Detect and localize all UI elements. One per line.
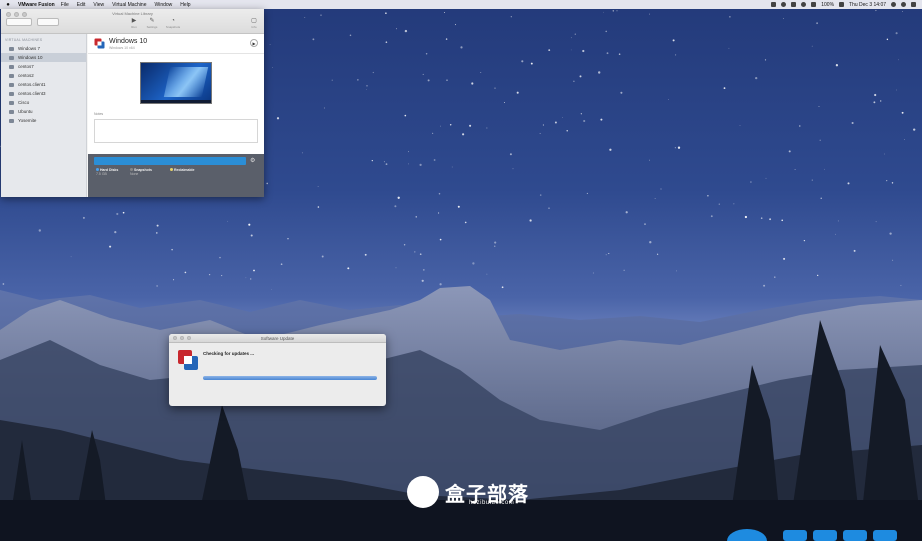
watermark-url: hezibuluo.com [469, 500, 515, 506]
menu-file[interactable]: File [61, 2, 69, 8]
play-icon: ▶ [131, 18, 137, 24]
sidebar-item-yosemite[interactable]: Yosemite [1, 116, 86, 125]
vm-icon [9, 82, 14, 87]
start-vm-button[interactable]: ▶ [250, 39, 258, 47]
run-button[interactable]: ▶ Run [126, 18, 142, 29]
spotlight-icon[interactable] [901, 2, 906, 7]
user-icon[interactable] [891, 2, 896, 7]
taskbar [141, 100, 211, 103]
corner-watermark-logo [727, 529, 897, 541]
snapshots-button[interactable]: ◔ Snapshots [165, 18, 181, 29]
sidebar-item-centos2[interactable]: centos2 [1, 71, 86, 80]
vm-library-window: Virtual Machine Library ▶ Run ✎ Settings… [1, 9, 264, 197]
battery-percent[interactable]: 100% [821, 2, 834, 8]
apple-menu-icon[interactable]: ● [4, 2, 12, 8]
vm-detail-header: Windows 10 Windows 10 x64 ▶ [88, 34, 264, 54]
vm-status: Windows 10 x64 [109, 46, 135, 50]
dialog-title: Software Update [260, 336, 295, 341]
list-view-segment[interactable] [37, 18, 59, 26]
vm-icon [9, 64, 14, 69]
software-update-dialog: Software Update Checking for updates ... [169, 334, 386, 406]
sidebar-item-centos7[interactable]: centos7 [1, 62, 86, 71]
volume-icon[interactable] [811, 2, 817, 7]
vm-icon [9, 73, 14, 78]
vm-icon [9, 109, 14, 114]
sidebar-item-windows-7[interactable]: Windows 7 [1, 44, 86, 53]
reclaimable-legend-dot [170, 168, 173, 171]
vm-sidebar: VIRTUAL MACHINES Windows 7 Windows 10 ce… [1, 34, 87, 197]
notes-field[interactable] [94, 119, 258, 143]
notes-label: Notes [94, 112, 104, 116]
stat-snapshots: Snapshots None [130, 168, 152, 176]
view-mode-segment[interactable] [6, 18, 32, 26]
settings-button[interactable]: ✎ Settings [144, 18, 160, 29]
vm-detail-pane: Windows 10 Windows 10 x64 ▶ Notes ⚙ Hard… [88, 34, 264, 197]
wifi-icon[interactable] [801, 2, 807, 7]
progress-fill [203, 376, 377, 380]
vm-icon [9, 46, 14, 51]
vm-name: Windows 10 [109, 38, 148, 45]
stat-hard-disks: Hard Disks 7.5 GB [96, 168, 119, 176]
info-button[interactable]: ▢ Info [246, 18, 262, 29]
sidebar-item-centos-client3[interactable]: centos.client3 [1, 89, 86, 98]
disk-usage-bar [94, 157, 246, 165]
flag-icon[interactable] [839, 2, 845, 7]
hard-disk-legend-dot [96, 168, 99, 171]
menu-edit[interactable]: Edit [77, 2, 86, 8]
dialog-close-button[interactable] [173, 336, 177, 340]
vmware-logo-icon [94, 38, 105, 49]
watermark: 盒子部落 hezibuluo.com [407, 476, 547, 510]
menu-window[interactable]: Window [155, 2, 173, 8]
sidebar-item-centos-client1[interactable]: centos.client1 [1, 80, 86, 89]
sidebar-item-cisco[interactable]: Cisco [1, 98, 86, 107]
notification-center-icon[interactable] [911, 2, 916, 7]
menu-view[interactable]: View [93, 2, 104, 8]
wrench-icon: ✎ [149, 18, 155, 24]
stat-reclaimable: Reclaimable [170, 168, 194, 172]
snapshot-icon: ◔ [171, 18, 175, 24]
sidebar-item-ubuntu[interactable]: Ubuntu [1, 107, 86, 116]
menu-virtual-machine[interactable]: Virtual Machine [112, 2, 146, 8]
vmware-status-icon[interactable] [791, 2, 797, 7]
info-icon: ▢ [251, 18, 257, 24]
vm-library-toolbar: Virtual Machine Library ▶ Run ✎ Settings… [1, 9, 264, 34]
menu-help[interactable]: Help [180, 2, 190, 8]
vm-icon [9, 100, 14, 105]
dialog-window-controls [173, 336, 191, 340]
update-progress-bar [203, 376, 377, 380]
dialog-zoom-button[interactable] [187, 336, 191, 340]
vm-icon [9, 91, 14, 96]
vmware-fusion-icon [178, 350, 198, 370]
vm-icon [9, 118, 14, 123]
dialog-minimize-button[interactable] [180, 336, 184, 340]
clock-icon[interactable] [781, 2, 787, 7]
snapshots-legend-dot [130, 168, 133, 171]
gear-icon[interactable]: ⚙ [250, 157, 255, 165]
windows-light-beam [163, 67, 209, 97]
window-title: Virtual Machine Library [112, 11, 153, 16]
vm-screen-thumbnail[interactable] [140, 62, 212, 104]
disk-usage-panel: ⚙ Hard Disks 7.5 GB Snapshots None Recla… [88, 154, 264, 197]
menu-bar: ● VMware Fusion File Edit View Virtual M… [0, 0, 922, 9]
menu-app-name[interactable]: VMware Fusion [18, 2, 55, 8]
status-area: 100% Thu Dec 3 14:07 [771, 2, 922, 8]
dialog-titlebar: Software Update [169, 334, 386, 343]
vm-icon [9, 55, 14, 60]
sidebar-item-windows-10[interactable]: Windows 10 [1, 53, 86, 62]
dropbox-icon[interactable] [771, 2, 777, 7]
watermark-logo [407, 476, 439, 508]
update-status-message: Checking for updates ... [203, 351, 255, 356]
sidebar-section-title: VIRTUAL MACHINES [5, 38, 43, 42]
menu-clock[interactable]: Thu Dec 3 14:07 [849, 2, 886, 8]
